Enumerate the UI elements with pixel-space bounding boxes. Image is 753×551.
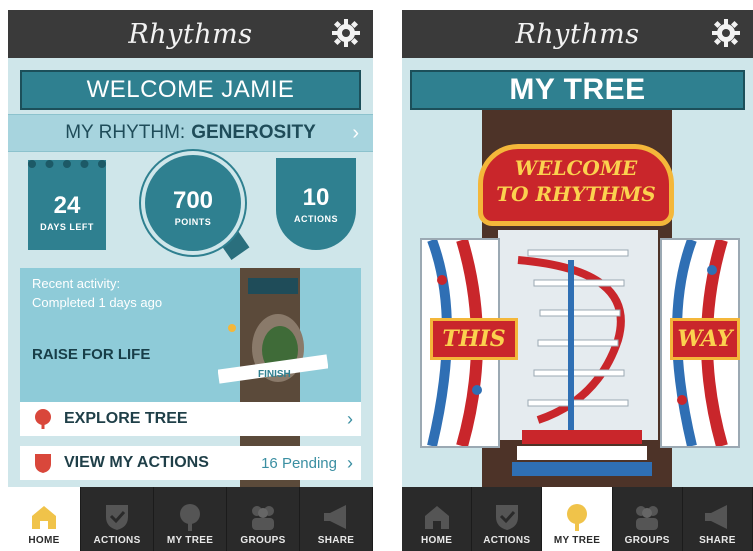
home-screen: Rhythms WELCOME JAMIE MY RHYTHM: GENEROS… <box>8 10 373 551</box>
page-title-banner: MY TREE <box>410 70 745 110</box>
shield-check-icon <box>106 505 128 530</box>
days-left-badge: 24 DAYS LEFT <box>28 160 106 250</box>
actions-badge: 10 ACTIONS <box>276 158 356 250</box>
this-arrow-sign: THIS <box>430 318 518 360</box>
marquee-line1: WELCOME <box>514 156 638 180</box>
chevron-right-icon: › <box>347 452 353 473</box>
page-title: MY TREE <box>509 73 646 106</box>
tab-home[interactable]: HOME <box>8 487 81 551</box>
explore-tree-label: EXPLORE TREE <box>64 410 188 427</box>
days-left-value: 24 <box>53 192 81 219</box>
shield-check-icon <box>495 505 518 530</box>
points-label: POINTS <box>174 217 212 227</box>
tab-actions[interactable]: ACTIONS <box>472 487 543 551</box>
way-arrow-sign: WAY <box>670 318 740 360</box>
explore-tree-button[interactable]: EXPLORE TREE › <box>20 402 361 436</box>
tab-home[interactable]: HOME <box>402 487 473 551</box>
megaphone-icon <box>324 505 346 529</box>
my-tree-screen: Rhythms MY TREE WELCOME TO RHYTHMS THIS … <box>402 10 753 551</box>
app-title: Rhythms <box>128 18 253 50</box>
megaphone-icon <box>705 505 728 529</box>
tree-icon <box>180 504 200 531</box>
tab-label: ACTIONS <box>93 535 141 546</box>
tab-groups[interactable]: GROUPS <box>613 487 683 551</box>
points-value: 700 <box>172 187 214 214</box>
tab-label: GROUPS <box>624 535 670 546</box>
tab-actions[interactable]: ACTIONS <box>81 487 154 551</box>
tab-label: SHARE <box>699 535 736 546</box>
tab-my-tree[interactable]: MY TREE <box>542 487 613 551</box>
home-icon <box>424 506 449 529</box>
group-icon <box>252 506 274 530</box>
group-icon <box>636 506 659 530</box>
view-my-actions-button[interactable]: VIEW MY ACTIONS 16 Pending › <box>20 446 361 480</box>
home-icon <box>32 506 56 529</box>
sign-right-text: WAY <box>677 326 733 352</box>
rhythm-prefix: MY RHYTHM: <box>65 122 186 143</box>
tree-icon <box>567 504 587 531</box>
tab-label: ACTIONS <box>483 535 531 546</box>
view-my-actions-label: VIEW MY ACTIONS <box>64 454 209 471</box>
entry-steps <box>512 430 652 476</box>
tab-label: GROUPS <box>240 535 286 546</box>
pending-count: 16 Pending <box>261 454 337 472</box>
top-bar: Rhythms <box>402 10 753 58</box>
gear-icon[interactable] <box>331 18 361 48</box>
rhythm-name: GENEROSITY <box>191 122 316 143</box>
my-rhythm-row[interactable]: MY RHYTHM: GENEROSITY › <box>8 114 373 152</box>
welcome-marquee-sign: WELCOME TO RHYTHMS <box>478 144 674 226</box>
marquee-line2: TO RHYTHMS <box>496 182 656 206</box>
chevron-right-icon: › <box>347 408 353 429</box>
tab-bar: HOME ACTIONS MY TREE GROUPS SHARE <box>8 487 373 551</box>
welcome-text: WELCOME JAMIE <box>86 76 295 103</box>
spiral-staircase <box>498 230 658 440</box>
actions-label: ACTIONS <box>294 214 338 224</box>
welcome-banner: WELCOME JAMIE <box>20 70 361 110</box>
tab-label: MY TREE <box>553 535 601 546</box>
tab-label: HOME <box>421 535 453 546</box>
tab-label: SHARE <box>317 535 355 546</box>
app-title: Rhythms <box>515 18 640 50</box>
tab-label: HOME <box>28 535 60 546</box>
tab-share[interactable]: SHARE <box>683 487 753 551</box>
tab-my-tree[interactable]: MY TREE <box>154 487 227 551</box>
top-bar: Rhythms <box>8 10 373 58</box>
tree-scene-illustration[interactable]: WELCOME TO RHYTHMS THIS WAY <box>402 110 753 487</box>
tab-groups[interactable]: GROUPS <box>227 487 300 551</box>
tab-bar: HOME ACTIONS MY TREE GROUPS SHARE <box>402 487 753 551</box>
tab-share[interactable]: SHARE <box>300 487 373 551</box>
days-left-label: DAYS LEFT <box>40 222 94 232</box>
gear-icon[interactable] <box>711 18 741 48</box>
points-badge: 700 POINTS <box>145 155 241 251</box>
finish-text: FINISH <box>258 369 291 380</box>
tree-icon <box>35 409 51 429</box>
chevron-right-icon: › <box>352 122 359 144</box>
actions-value: 10 <box>302 184 330 211</box>
shield-icon <box>35 454 51 473</box>
tab-label: MY TREE <box>166 535 214 546</box>
sign-left-text: THIS <box>442 326 506 352</box>
